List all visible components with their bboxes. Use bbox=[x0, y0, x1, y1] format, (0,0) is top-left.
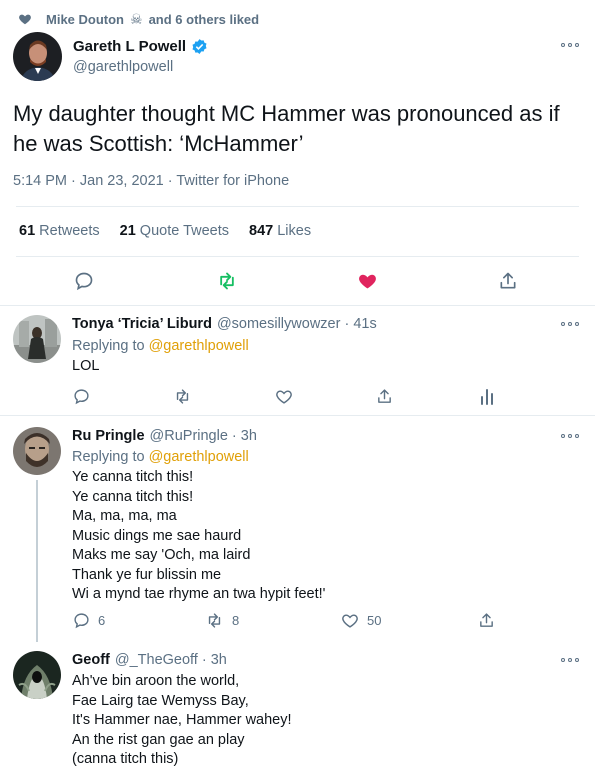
reply-1-text: LOL bbox=[72, 358, 100, 374]
reply-icon bbox=[74, 389, 89, 405]
share-icon bbox=[378, 389, 391, 403]
reply-2-like-button[interactable]: 50 bbox=[341, 612, 381, 629]
retweet-icon bbox=[208, 613, 221, 628]
retweet-icon bbox=[176, 389, 189, 404]
main-tweet-display-name-row: Gareth L Powell bbox=[73, 38, 208, 55]
main-tweet-display-name[interactable]: Gareth L Powell bbox=[73, 38, 186, 55]
reply-count: 6 bbox=[98, 613, 106, 628]
reply-icon bbox=[75, 272, 93, 291]
more-options-icon[interactable] bbox=[561, 658, 579, 664]
skull-crossbones-icon: ☠ bbox=[130, 10, 143, 27]
text-line: Music dings me sae haurd bbox=[72, 527, 242, 544]
replying-to-handle[interactable]: @garethlpowell bbox=[149, 338, 249, 354]
reply-3-text: Ah've bin aroon the world, Fae Lairg tae… bbox=[72, 672, 572, 769]
reply-1-analytics-button[interactable] bbox=[480, 388, 494, 405]
reply-3-avatar[interactable] bbox=[13, 651, 61, 699]
text-line: Maks me say 'Och, ma laird bbox=[72, 547, 251, 563]
reply-1-like-button[interactable] bbox=[275, 388, 293, 405]
reply-3-display-name[interactable]: Geoff bbox=[72, 652, 110, 668]
replying-to-label: Replying to bbox=[72, 338, 145, 354]
text-line: Ye canna titch this! bbox=[72, 488, 194, 505]
text-line: (canna titch this) bbox=[72, 751, 179, 767]
retweets-stat[interactable]: 61 Retweets bbox=[19, 223, 100, 239]
reply-1-share-button[interactable] bbox=[376, 388, 393, 405]
liked-by-suffix: and 6 others liked bbox=[148, 11, 260, 27]
share-icon bbox=[480, 613, 493, 627]
more-options-icon[interactable] bbox=[561, 43, 579, 49]
verified-badge-icon bbox=[192, 39, 207, 54]
main-share-button[interactable] bbox=[498, 271, 518, 296]
main-tweet-avatar[interactable] bbox=[13, 32, 62, 81]
text-line: An the rist gan gae an play bbox=[72, 731, 245, 748]
social-context: Mike Douton ☠ and 6 others liked bbox=[18, 10, 259, 28]
reply-1-display-name[interactable]: Tonya ‘Tricia’ Liburd bbox=[72, 316, 212, 332]
text-line: Wi a mynd tae rhyme an twa hypit feet!' bbox=[72, 586, 326, 602]
reply-3-meta[interactable]: @_TheGeoff · 3h bbox=[115, 652, 227, 668]
replying-to-label: Replying to bbox=[72, 449, 145, 465]
reply-2-reply-button[interactable]: 6 bbox=[73, 612, 105, 629]
reply-2-avatar[interactable] bbox=[13, 427, 61, 475]
reply-1-meta[interactable]: @somesillywowzer · 41s bbox=[217, 316, 377, 332]
reply-2-share-button[interactable] bbox=[478, 612, 495, 629]
quote-tweets-stat[interactable]: 21 Quote Tweets bbox=[120, 223, 229, 239]
reply-1-retweet-button[interactable] bbox=[173, 388, 192, 405]
main-tweet-handle[interactable]: @garethlpowell bbox=[73, 59, 173, 75]
thread-line bbox=[36, 480, 38, 642]
reply-2-meta[interactable]: @RuPringle · 3h bbox=[150, 428, 257, 444]
reply-2-text: Ye canna titch this! Ye canna titch this… bbox=[72, 468, 572, 605]
main-tweet-timestamp[interactable]: 5:14 PM · Jan 23, 2021 · Twitter for iPh… bbox=[13, 173, 289, 189]
heart-icon bbox=[342, 614, 358, 628]
text-line: Thank ye fur blissin me bbox=[72, 566, 222, 583]
text-line: Fae Lairg tae Wemyss Bay, bbox=[72, 692, 249, 709]
more-options-icon[interactable] bbox=[561, 322, 579, 328]
heart-filled-icon bbox=[359, 274, 376, 289]
likes-stat[interactable]: 847 Likes bbox=[249, 223, 311, 239]
more-options-icon[interactable] bbox=[561, 434, 579, 440]
reply-icon bbox=[74, 613, 89, 629]
analytics-icon bbox=[481, 389, 493, 405]
replying-to-handle[interactable]: @garethlpowell bbox=[149, 449, 249, 465]
reply-2-display-name[interactable]: Ru Pringle bbox=[72, 428, 145, 444]
main-retweet-button[interactable] bbox=[216, 271, 238, 296]
heart-icon bbox=[276, 390, 292, 404]
share-icon bbox=[500, 272, 516, 289]
reply-1-avatar[interactable] bbox=[13, 315, 61, 363]
reply-2-retweet-button[interactable]: 8 bbox=[205, 612, 239, 629]
main-tweet-text: My daughter thought MC Hammer was pronou… bbox=[13, 101, 560, 156]
text-line: It's Hammer nae, Hammer wahey! bbox=[72, 712, 292, 728]
main-tweet-stats: 61 Retweets 21 Quote Tweets 847 Likes bbox=[19, 223, 311, 239]
text-line: Ye canna titch this! bbox=[72, 469, 194, 485]
main-reply-button[interactable] bbox=[74, 271, 94, 296]
reply-1-reply-button[interactable] bbox=[73, 388, 90, 405]
retweet-count: 8 bbox=[232, 613, 240, 628]
retweet-icon bbox=[220, 272, 234, 290]
main-like-button[interactable] bbox=[357, 271, 378, 296]
heart-icon bbox=[19, 14, 31, 25]
text-line: Ma, ma, ma, ma bbox=[72, 508, 177, 524]
liked-by-name[interactable]: Mike Douton bbox=[46, 12, 124, 27]
text-line: Ah've bin aroon the world, bbox=[72, 673, 240, 689]
like-count: 50 bbox=[367, 613, 382, 628]
